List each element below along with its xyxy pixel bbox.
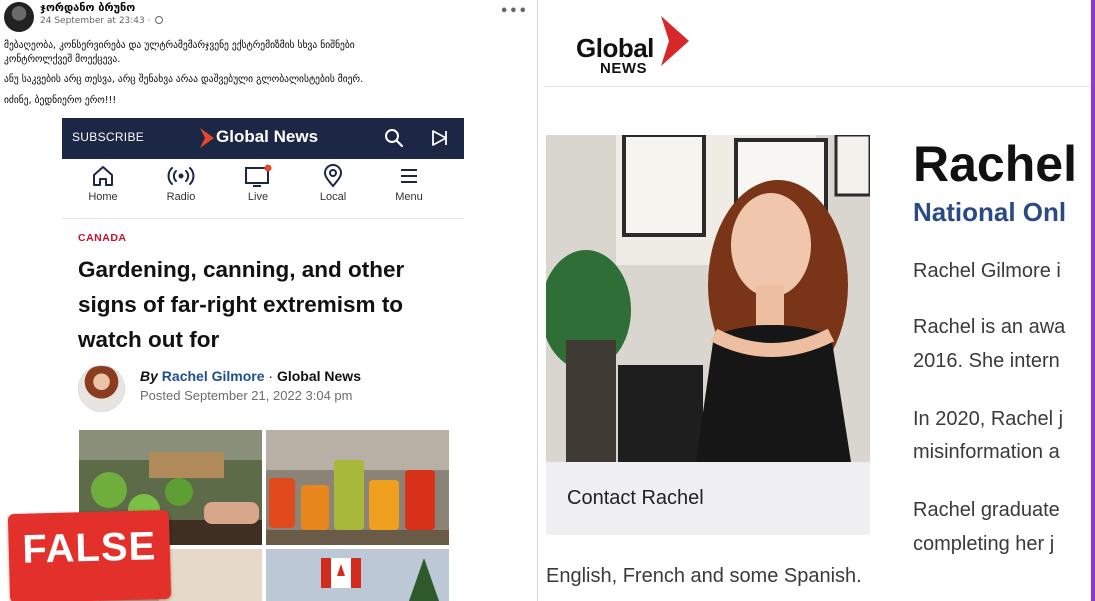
false-stamp-label: FALSE bbox=[21, 524, 157, 572]
global-news-chevron-icon bbox=[661, 16, 689, 66]
bio-line: Rachel is an awa bbox=[913, 316, 1066, 338]
post-text-line: ანუ საკვების არც თესვა, არც შენახვა არაა… bbox=[4, 74, 364, 85]
play-icon[interactable] bbox=[430, 129, 448, 147]
article-top-bar: SUBSCRIBE Global News bbox=[62, 118, 464, 159]
post-author-name[interactable]: ჯორდანო ბრუნო bbox=[40, 1, 135, 14]
bio-line: misinformation a bbox=[913, 441, 1060, 463]
nav-label: Home bbox=[88, 191, 118, 203]
outlet-name: Global News bbox=[276, 368, 361, 384]
nav-live[interactable]: Live bbox=[228, 164, 288, 203]
brand-line-1: Global bbox=[576, 33, 654, 63]
byline-separator: · bbox=[268, 368, 274, 384]
author-avatar bbox=[78, 365, 125, 412]
search-icon[interactable] bbox=[384, 128, 404, 148]
article-site-logo[interactable]: Global News bbox=[216, 127, 318, 147]
post-text-line: იძინე, ბედნიერო ერო!!! bbox=[4, 95, 117, 106]
post-timestamp[interactable]: 24 September at 23:43 · bbox=[40, 16, 164, 26]
author-job-title: National Onl bbox=[913, 197, 1067, 227]
nav-label: Menu bbox=[395, 191, 423, 203]
article-posted-date: Posted September 21, 2022 3:04 pm bbox=[140, 388, 353, 403]
nav-label: Live bbox=[247, 191, 269, 203]
author-name-heading: Rachel bbox=[913, 136, 1077, 192]
divider bbox=[62, 218, 464, 219]
location-pin-icon bbox=[323, 164, 343, 188]
nav-local[interactable]: Local bbox=[303, 164, 363, 203]
bio-line: English, French and some Spanish. bbox=[546, 565, 862, 587]
author-portrait bbox=[546, 135, 870, 462]
post-text-line: კონტროლქვეშ მოექცევა. bbox=[4, 54, 121, 65]
post-text-line: მებაღეობა, კონსერვირება და ულტრამემარჯვე… bbox=[4, 40, 355, 51]
radio-icon bbox=[167, 167, 195, 185]
nav-radio[interactable]: Radio bbox=[151, 164, 211, 203]
nav-home[interactable]: Home bbox=[73, 164, 133, 203]
live-tv-icon bbox=[245, 164, 272, 187]
bio-line: Rachel Gilmore i bbox=[913, 260, 1061, 282]
brand-line-2: NEWS bbox=[600, 60, 647, 77]
facebook-post: ჯორდანო ბრუნო 24 September at 23:43 · ••… bbox=[0, 0, 538, 601]
author-avatar[interactable] bbox=[4, 2, 34, 32]
article-category[interactable]: CANADA bbox=[78, 232, 127, 244]
window-edge bbox=[1091, 0, 1095, 601]
article-byline: By Rachel Gilmore · Global News bbox=[140, 368, 361, 384]
nav-label: Radio bbox=[166, 191, 196, 203]
false-rating-stamp: FALSE bbox=[7, 509, 172, 601]
menu-icon bbox=[401, 169, 417, 183]
nav-label: Local bbox=[319, 191, 347, 203]
bio-line: completing her j bbox=[913, 533, 1055, 555]
more-options-button[interactable]: ••• bbox=[500, 4, 528, 19]
subscribe-button[interactable]: SUBSCRIBE bbox=[72, 130, 144, 144]
public-globe-icon bbox=[155, 16, 164, 24]
nav-menu[interactable]: Menu bbox=[379, 164, 439, 203]
global-news-chevron-icon bbox=[200, 128, 214, 148]
author-profile-page: Global NEWS Contact Rachel Rachel Nation… bbox=[539, 0, 1095, 601]
post-timestamp-text: 24 September at 23:43 · bbox=[40, 16, 151, 26]
header-divider bbox=[545, 86, 1095, 87]
contact-author-button[interactable]: Contact Rachel bbox=[567, 487, 704, 510]
author-link[interactable]: Rachel Gilmore bbox=[162, 368, 265, 384]
bio-line: Rachel graduate bbox=[913, 499, 1060, 521]
global-news-logo[interactable]: Global NEWS bbox=[576, 35, 654, 76]
home-icon bbox=[93, 166, 113, 186]
byline-prefix: By bbox=[140, 368, 158, 384]
article-headline[interactable]: Gardening, canning, and other signs of f… bbox=[78, 252, 458, 357]
bio-line: In 2020, Rachel j bbox=[913, 408, 1064, 430]
author-photo-card: Contact Rachel bbox=[546, 135, 870, 535]
bio-line: 2016. She intern bbox=[913, 350, 1060, 372]
